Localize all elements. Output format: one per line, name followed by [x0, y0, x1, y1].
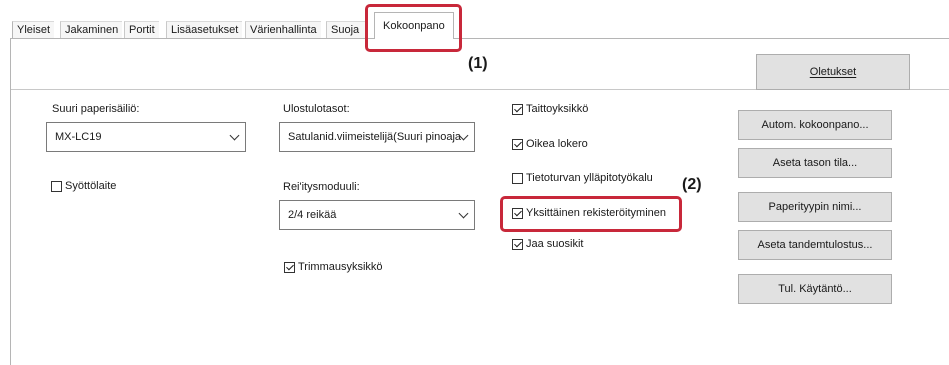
tab-color-management[interactable]: Värienhallinta [245, 21, 321, 38]
tray-select[interactable]: MX-LC19 [46, 122, 246, 152]
tray-label: Suuri paperisäiliö: [52, 103, 140, 115]
feeder-checkbox[interactable]: Syöttölaite [51, 180, 116, 192]
output-select-value: Satulanid.viimeistelijä(Suuri pinoaja [288, 131, 462, 143]
checkbox-box [51, 180, 62, 192]
punch-select-value: 2/4 reikää [288, 209, 337, 221]
option-security-tool[interactable]: Tietoturvan ylläpitotyökalu [512, 172, 653, 184]
option-label: Taittoyksikkö [526, 103, 589, 115]
paper-type-button[interactable]: Paperityypin nimi... [738, 192, 892, 222]
option-label: Jaa suosikit [526, 238, 584, 250]
tab-strip: Yleiset Jakaminen Portit Lisäasetukset V… [0, 0, 949, 39]
tray-status-button[interactable]: Aseta tason tila... [738, 148, 892, 178]
punch-select[interactable]: 2/4 reikää [279, 200, 475, 230]
checkbox-box [512, 172, 523, 184]
checkbox-box [512, 138, 523, 150]
option-label: Oikea lokero [526, 138, 588, 150]
tandem-button[interactable]: Aseta tandemtulostus... [738, 230, 892, 260]
checkbox-box [512, 103, 523, 115]
option-right-tray[interactable]: Oikea lokero [512, 138, 588, 150]
defaults-button[interactable]: Oletukset [756, 54, 910, 90]
callout-2: (2) [682, 176, 702, 193]
tab-sharing[interactable]: Jakaminen [60, 21, 123, 38]
policy-button[interactable]: Tul. Käytäntö... [738, 274, 892, 304]
option-share-favorites[interactable]: Jaa suosikit [512, 238, 583, 250]
tab-security[interactable]: Suoja [326, 21, 366, 38]
tab-configuration[interactable]: Kokoonpano [374, 12, 454, 39]
checkbox-box [512, 238, 523, 250]
tab-advanced[interactable]: Lisäasetukset [166, 21, 243, 38]
option-label: Tietoturvan ylläpitotyökalu [526, 172, 653, 184]
defaults-button-label: Oletukset [809, 66, 857, 78]
tray-select-value: MX-LC19 [55, 131, 102, 143]
feeder-label: Syöttölaite [65, 180, 117, 192]
tab-ports[interactable]: Portit [124, 21, 159, 38]
option-folding-unit[interactable]: Taittoyksikkö [512, 103, 588, 115]
punch-label: Rei'itysmoduuli: [283, 181, 360, 193]
checkbox-box [284, 261, 295, 273]
chevron-down-icon [458, 208, 469, 219]
trim-label: Trimmausyksikkö [298, 261, 383, 273]
output-select[interactable]: Satulanid.viimeistelijä(Suuri pinoaja [279, 122, 475, 152]
output-label: Ulostulotasot: [283, 103, 350, 115]
option-highlight-frame [500, 196, 682, 232]
auto-config-button[interactable]: Autom. kokoonpano... [738, 110, 892, 140]
trim-checkbox[interactable]: Trimmausyksikkö [284, 261, 383, 273]
callout-1: (1) [468, 55, 488, 72]
chevron-down-icon [229, 130, 240, 141]
tab-general[interactable]: Yleiset [12, 21, 55, 38]
